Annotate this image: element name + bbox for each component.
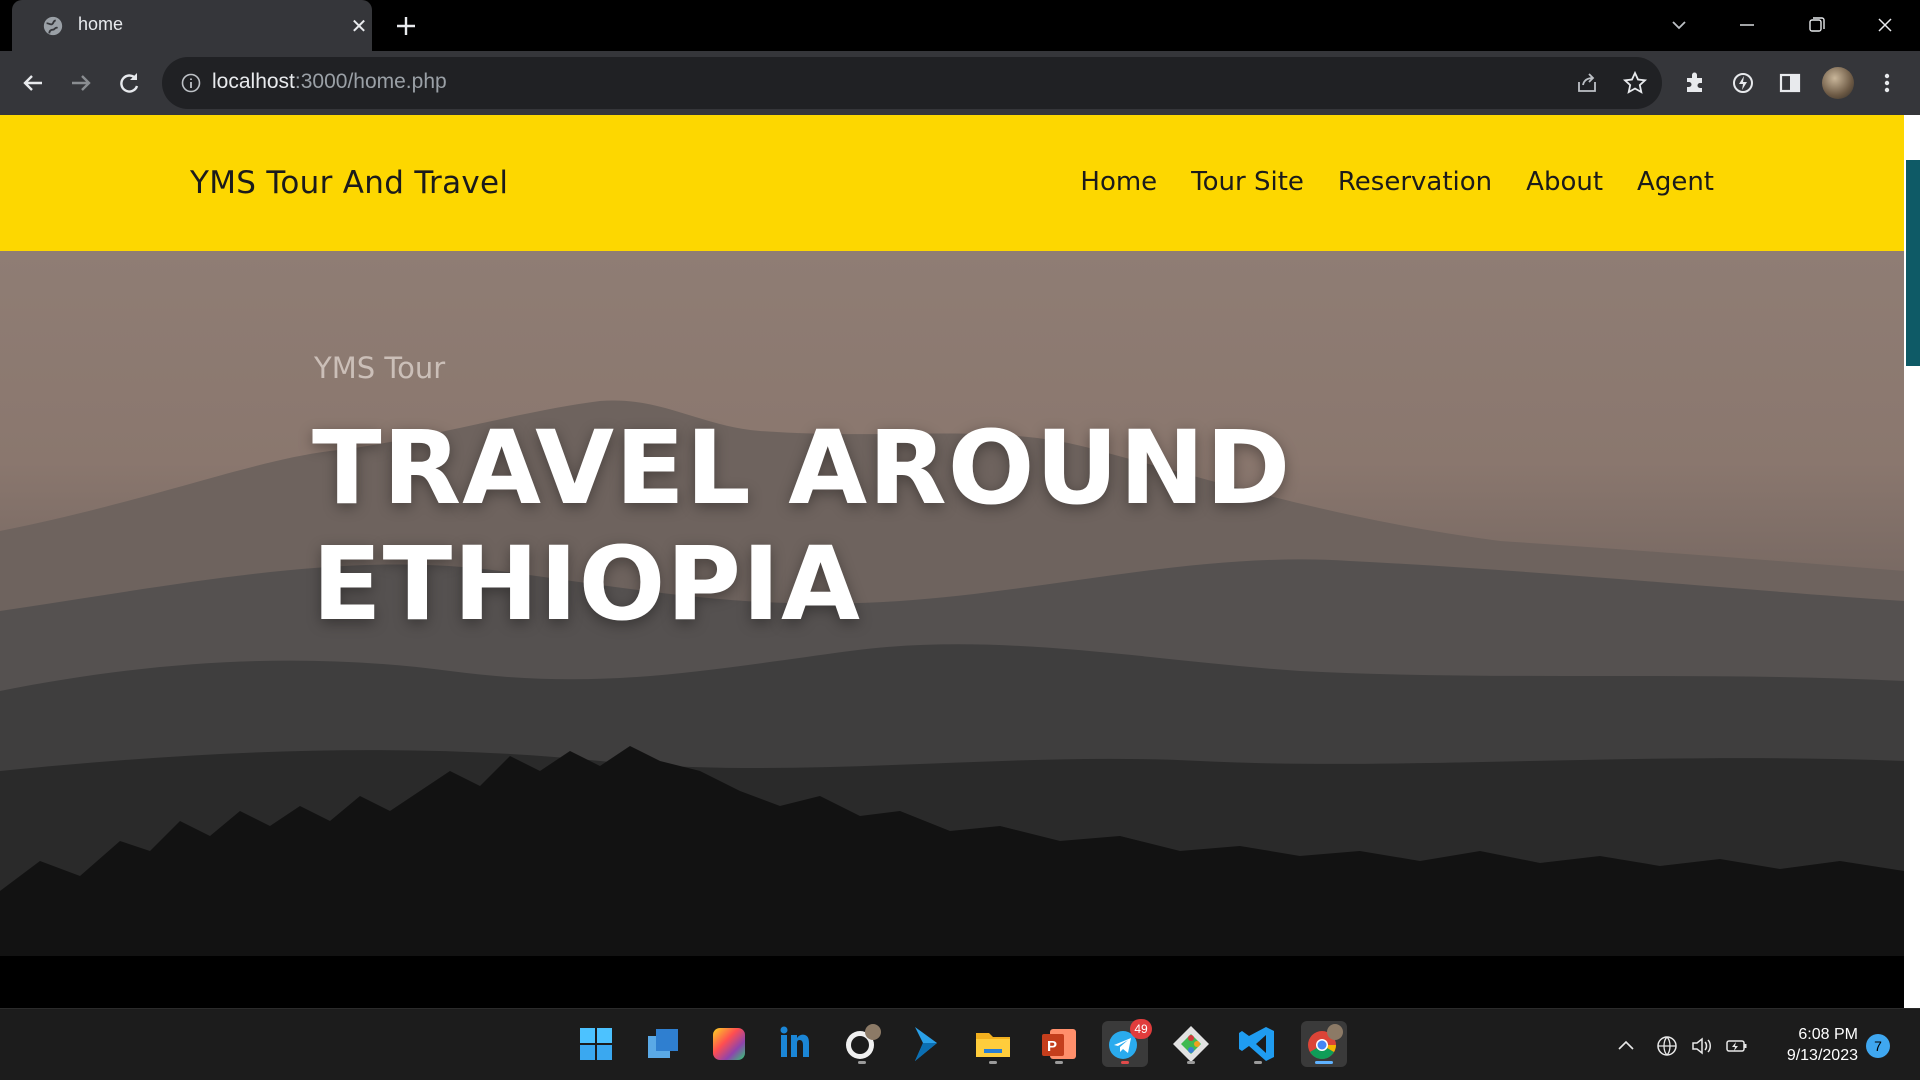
- taskbar-file-explorer[interactable]: [970, 1021, 1016, 1067]
- menu-home[interactable]: Home: [1080, 167, 1157, 197]
- clock-time: 6:08 PM: [1798, 1026, 1858, 1043]
- performance-icon[interactable]: [1728, 68, 1758, 98]
- url-path: :3000/home.php: [294, 70, 447, 93]
- tab-home[interactable]: home ✕: [12, 0, 372, 51]
- active-indicator: [1315, 1061, 1333, 1064]
- menu-about[interactable]: About: [1526, 167, 1603, 197]
- new-tab-icon[interactable]: [390, 10, 422, 42]
- menu-kebab-icon[interactable]: [1876, 68, 1898, 98]
- tab-strip: home ✕: [0, 0, 1920, 51]
- taskbar-git[interactable]: [1168, 1021, 1214, 1067]
- reload-icon[interactable]: [114, 68, 144, 98]
- site-info-icon[interactable]: [180, 72, 202, 94]
- tab-search-chevron-icon[interactable]: [1662, 10, 1696, 40]
- running-indicator: [1055, 1061, 1063, 1064]
- language-globe-icon[interactable]: [1654, 1033, 1680, 1059]
- photos-icon: [713, 1028, 745, 1060]
- chevron-up-icon[interactable]: [1613, 1033, 1639, 1059]
- extensions-puzzle-icon[interactable]: [1680, 68, 1710, 98]
- globe-icon: [43, 16, 63, 36]
- start-button[interactable]: [573, 1021, 619, 1067]
- notification-count-badge[interactable]: 7: [1866, 1034, 1890, 1058]
- share-icon[interactable]: [1574, 70, 1600, 96]
- profile-avatar[interactable]: [1822, 67, 1854, 99]
- hero-title: TRAVEL AROUND ETHIOPIA: [312, 411, 1312, 643]
- browser-toolbar: localhost:3000/home.php: [0, 51, 1920, 115]
- restore-icon[interactable]: [1799, 10, 1833, 40]
- battery-charging-icon[interactable]: [1724, 1033, 1750, 1059]
- svg-text:P: P: [1047, 1038, 1057, 1055]
- page-footer-band: [0, 956, 1904, 1008]
- linkedin-icon: [780, 1026, 809, 1057]
- clock-date: 9/13/2023: [1786, 1047, 1858, 1064]
- start-icon: [580, 1028, 612, 1060]
- site-navbar: YMS Tour And Travel Home Tour Site Reser…: [0, 115, 1904, 251]
- menu-agent[interactable]: Agent: [1637, 167, 1714, 197]
- app-window-icon: [648, 1029, 678, 1058]
- app-arrow-icon: [915, 1027, 937, 1061]
- hero-title-line-2: ETHIOPIA: [312, 525, 861, 644]
- running-indicator: [1254, 1061, 1262, 1064]
- taskbar-app-arrow[interactable]: [905, 1021, 951, 1067]
- side-panel-icon[interactable]: [1775, 68, 1805, 98]
- taskbar-telegram[interactable]: 49: [1102, 1019, 1152, 1067]
- minimize-icon[interactable]: [1730, 10, 1764, 40]
- telegram-badge: 49: [1130, 1019, 1152, 1039]
- tab-title: home: [78, 14, 124, 34]
- close-tab-icon[interactable]: ✕: [346, 13, 372, 39]
- hero-subtitle: YMS Tour: [314, 351, 446, 385]
- taskbar-github[interactable]: [839, 1021, 885, 1067]
- back-arrow-icon[interactable]: [18, 68, 48, 98]
- running-indicator: [1187, 1061, 1195, 1064]
- forward-arrow-icon[interactable]: [66, 68, 96, 98]
- url-host: localhost: [212, 70, 295, 93]
- hero-section: YMS Tour TRAVEL AROUND ETHIOPIA: [0, 251, 1904, 956]
- page-viewport: YMS Tour And Travel Home Tour Site Reser…: [0, 115, 1904, 1008]
- taskbar-vscode[interactable]: [1235, 1021, 1281, 1067]
- scrollbar-thumb[interactable]: [1906, 160, 1920, 366]
- taskbar-photos[interactable]: [706, 1021, 752, 1067]
- site-brand[interactable]: YMS Tour And Travel: [190, 165, 508, 201]
- taskbar-chrome[interactable]: [1301, 1021, 1347, 1067]
- running-indicator: [1121, 1061, 1129, 1064]
- address-bar[interactable]: localhost:3000/home.php: [162, 57, 1662, 109]
- bookmark-star-icon[interactable]: [1622, 70, 1648, 96]
- taskbar-linkedin[interactable]: [772, 1021, 818, 1067]
- url-text[interactable]: localhost:3000/home.php: [212, 70, 447, 94]
- volume-icon[interactable]: [1688, 1033, 1714, 1059]
- running-indicator: [858, 1061, 866, 1064]
- hero-title-line-1: TRAVEL AROUND: [312, 409, 1292, 528]
- close-window-icon[interactable]: [1868, 10, 1902, 40]
- menu-tour-site[interactable]: Tour Site: [1191, 167, 1304, 197]
- taskbar-app-window[interactable]: [640, 1021, 686, 1067]
- main-menu: Home Tour Site Reservation About Agent: [1080, 167, 1714, 197]
- taskbar-powerpoint[interactable]: P: [1036, 1021, 1082, 1067]
- system-clock[interactable]: 6:08 PM 9/13/2023: [1768, 1024, 1858, 1066]
- menu-reservation[interactable]: Reservation: [1338, 167, 1492, 197]
- running-indicator: [989, 1061, 997, 1064]
- taskbar: P 49 6:08 PM 9/13/2023 7: [0, 1008, 1920, 1080]
